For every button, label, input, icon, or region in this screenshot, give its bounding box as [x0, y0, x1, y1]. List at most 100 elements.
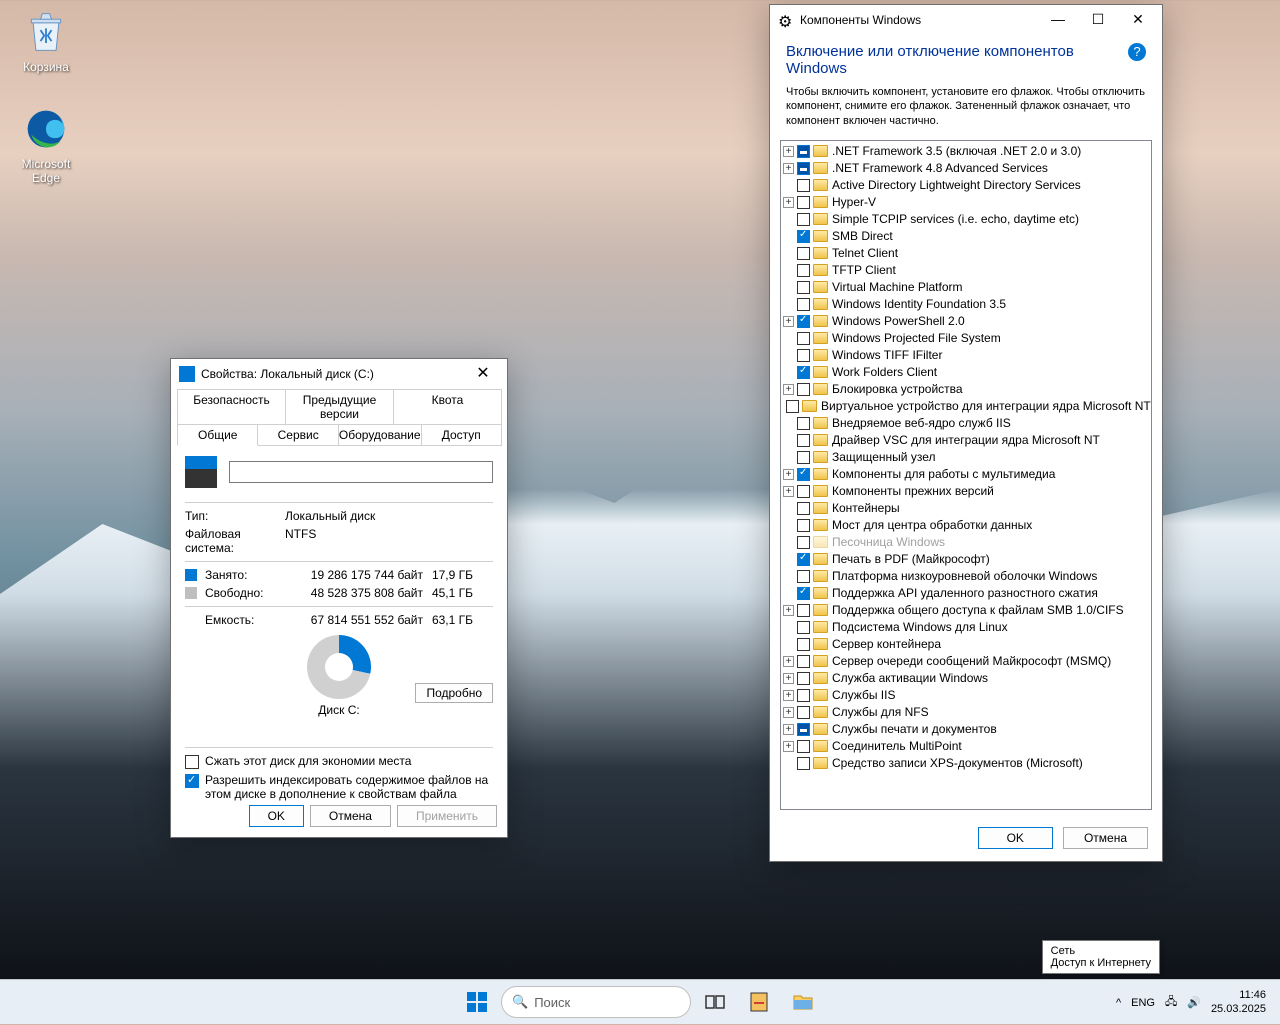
feature-checkbox[interactable] — [797, 162, 810, 175]
volume-icon[interactable]: 🔊 — [1187, 996, 1201, 1009]
feature-checkbox[interactable] — [797, 196, 810, 209]
feature-item[interactable]: +Windows PowerShell 2.0 — [783, 313, 1149, 330]
feature-item[interactable]: +.NET Framework 4.8 Advanced Services — [783, 160, 1149, 177]
search-box[interactable]: 🔍Поиск — [501, 986, 691, 1018]
feature-item[interactable]: Внедряемое веб-ядро служб IIS — [783, 415, 1149, 432]
tab-hardware[interactable]: Оборудование — [338, 424, 422, 446]
feature-checkbox[interactable] — [797, 179, 810, 192]
feature-checkbox[interactable] — [797, 145, 810, 158]
expand-icon[interactable]: + — [783, 741, 794, 752]
feature-item[interactable]: Виртуальное устройство для интеграции яд… — [783, 398, 1149, 415]
ok-button[interactable]: OK — [249, 805, 304, 827]
feature-item[interactable]: +Служба активации Windows — [783, 670, 1149, 687]
feature-checkbox[interactable] — [797, 587, 810, 600]
language-indicator[interactable]: ENG — [1131, 997, 1155, 1009]
tray-chevron-icon[interactable]: ^ — [1116, 997, 1121, 1009]
feature-checkbox[interactable] — [797, 706, 810, 719]
feature-item[interactable]: Active Directory Lightweight Directory S… — [783, 177, 1149, 194]
feature-item[interactable]: Средство записи XPS-документов (Microsof… — [783, 755, 1149, 772]
feature-item[interactable]: Драйвер VSC для интеграции ядра Microsof… — [783, 432, 1149, 449]
expand-icon[interactable]: + — [783, 384, 794, 395]
tab-general[interactable]: Общие — [177, 424, 258, 446]
expand-icon[interactable]: + — [783, 724, 794, 735]
feature-checkbox[interactable] — [797, 740, 810, 753]
feature-item[interactable]: +Службы печати и документов — [783, 721, 1149, 738]
feature-checkbox[interactable] — [797, 264, 810, 277]
desktop-icon-edge[interactable]: Microsoft Edge — [8, 105, 84, 185]
feature-item[interactable]: +Службы IIS — [783, 687, 1149, 704]
close-button[interactable]: ✕ — [463, 360, 503, 388]
feature-item[interactable]: TFTP Client — [783, 262, 1149, 279]
props-titlebar[interactable]: Свойства: Локальный диск (C:) ✕ — [171, 359, 507, 389]
feature-checkbox[interactable] — [797, 315, 810, 328]
feature-item[interactable]: Подсистема Windows для Linux — [783, 619, 1149, 636]
feature-item[interactable]: Печать в PDF (Майкрософт) — [783, 551, 1149, 568]
minimize-button[interactable]: — — [1038, 6, 1078, 34]
clock[interactable]: 11:4625.03.2025 — [1211, 989, 1266, 1015]
feature-checkbox[interactable] — [797, 332, 810, 345]
feature-checkbox[interactable] — [797, 672, 810, 685]
taskbar-features[interactable] — [739, 983, 779, 1021]
feature-checkbox[interactable] — [797, 519, 810, 532]
feature-checkbox[interactable] — [797, 298, 810, 311]
expand-icon[interactable]: + — [783, 656, 794, 667]
feature-checkbox[interactable] — [797, 604, 810, 617]
expand-icon[interactable]: + — [783, 673, 794, 684]
feature-checkbox[interactable] — [797, 213, 810, 226]
maximize-button[interactable]: ☐ — [1078, 6, 1118, 34]
feature-item[interactable]: SMB Direct — [783, 228, 1149, 245]
feature-item[interactable]: Telnet Client — [783, 245, 1149, 262]
feature-item[interactable]: Сервер контейнера — [783, 636, 1149, 653]
feature-checkbox[interactable] — [797, 383, 810, 396]
expand-icon[interactable]: + — [783, 163, 794, 174]
feature-checkbox[interactable] — [797, 451, 810, 464]
tab-quota[interactable]: Квота — [393, 389, 502, 425]
task-view-button[interactable] — [695, 983, 735, 1021]
feature-checkbox[interactable] — [797, 689, 810, 702]
feature-checkbox[interactable] — [797, 570, 810, 583]
index-checkbox[interactable] — [185, 774, 199, 788]
tab-service[interactable]: Сервис — [257, 424, 338, 446]
expand-icon[interactable]: + — [783, 316, 794, 327]
expand-icon[interactable]: + — [783, 469, 794, 480]
feature-item[interactable]: +.NET Framework 3.5 (включая .NET 2.0 и … — [783, 143, 1149, 160]
feature-item[interactable]: Мост для центра обработки данных — [783, 517, 1149, 534]
taskbar-explorer[interactable] — [783, 983, 823, 1021]
feat-ok-button[interactable]: OK — [978, 827, 1053, 849]
feature-checkbox[interactable] — [797, 349, 810, 362]
feature-item[interactable]: Поддержка API удаленного разностного сжа… — [783, 585, 1149, 602]
network-icon[interactable]: 🖧 — [1165, 993, 1177, 1012]
tab-access[interactable]: Доступ — [421, 424, 502, 446]
feat-cancel-button[interactable]: Отмена — [1063, 827, 1148, 849]
feature-checkbox[interactable] — [797, 757, 810, 770]
feature-item[interactable]: Контейнеры — [783, 500, 1149, 517]
tab-security[interactable]: Безопасность — [177, 389, 286, 425]
expand-icon[interactable]: + — [783, 197, 794, 208]
feat-titlebar[interactable]: ⚙ Компоненты Windows — ☐ ✕ — [770, 5, 1162, 35]
feature-checkbox[interactable] — [797, 723, 810, 736]
feature-checkbox[interactable] — [797, 366, 810, 379]
feature-item[interactable]: +Hyper-V — [783, 194, 1149, 211]
expand-icon[interactable]: + — [783, 690, 794, 701]
cancel-button[interactable]: Отмена — [310, 805, 391, 827]
feature-item[interactable]: +Компоненты прежних версий — [783, 483, 1149, 500]
tab-previous[interactable]: Предыдущие версии — [285, 389, 394, 425]
expand-icon[interactable]: + — [783, 486, 794, 497]
feature-item[interactable]: Защищенный узел — [783, 449, 1149, 466]
feature-checkbox[interactable] — [786, 400, 799, 413]
feature-item[interactable]: Windows Projected File System — [783, 330, 1149, 347]
feature-checkbox[interactable] — [797, 417, 810, 430]
close-button[interactable]: ✕ — [1118, 6, 1158, 34]
expand-icon[interactable]: + — [783, 605, 794, 616]
feature-item[interactable]: +Соединитель MultiPoint — [783, 738, 1149, 755]
feature-item[interactable]: Windows Identity Foundation 3.5 — [783, 296, 1149, 313]
details-button[interactable]: Подробно — [415, 683, 493, 703]
feature-checkbox[interactable] — [797, 468, 810, 481]
compress-checkbox[interactable] — [185, 755, 199, 769]
disk-name-input[interactable] — [229, 461, 493, 483]
feature-checkbox[interactable] — [797, 502, 810, 515]
feature-item[interactable]: Virtual Machine Platform — [783, 279, 1149, 296]
feature-item[interactable]: Work Folders Client — [783, 364, 1149, 381]
feature-checkbox[interactable] — [797, 638, 810, 651]
features-tree[interactable]: +.NET Framework 3.5 (включая .NET 2.0 и … — [780, 140, 1152, 810]
